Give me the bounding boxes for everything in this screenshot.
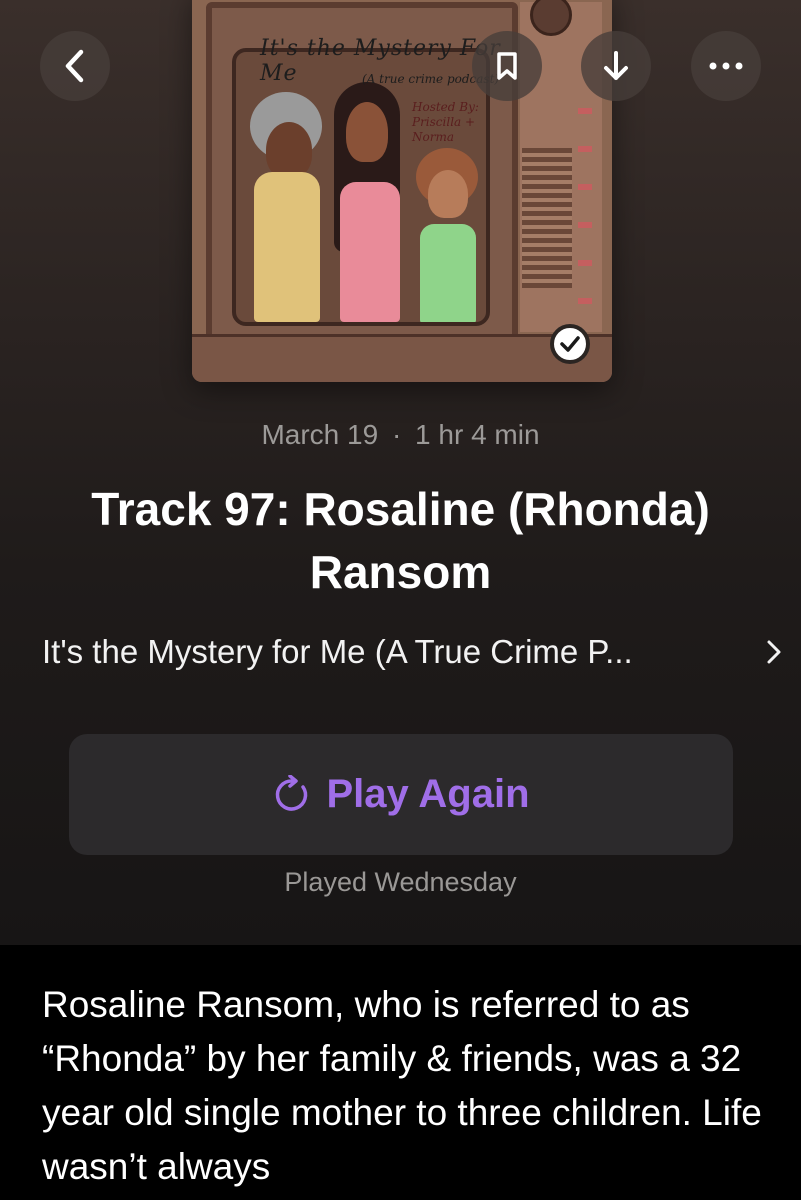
download-button[interactable] (581, 31, 651, 101)
artwork-hosts: Hosted By: Priscilla + Norma (412, 100, 479, 144)
episode-title: Track 97: Rosaline (Rhonda) Ransom (91, 483, 710, 598)
artwork-tv-base (192, 334, 612, 382)
show-link[interactable]: It's the Mystery for Me (A True Crime P.… (42, 630, 782, 674)
artwork-figure-body (340, 182, 400, 322)
artwork-scene (232, 48, 490, 326)
artwork-figure-body (254, 172, 320, 322)
download-arrow-icon (604, 51, 628, 80)
played-status: Played Wednesday (284, 867, 517, 897)
meta-separator: · (391, 419, 402, 450)
artwork-figure-body (420, 224, 476, 322)
episode-duration: 1 hr 4 min (415, 419, 540, 450)
show-name: It's the Mystery for Me (A True Crime P.… (42, 633, 633, 670)
artwork-figure-face (346, 102, 388, 162)
artwork-tv-screen: It's the Mystery For Me (A true crime po… (206, 2, 518, 344)
episode-description: Rosaline Ransom, who is referred to as “… (42, 984, 762, 1187)
played-check-badge (550, 324, 590, 364)
play-again-label: Play Again (326, 772, 530, 816)
ellipsis-icon (709, 62, 743, 70)
back-button[interactable] (40, 31, 110, 101)
chevron-right-icon (767, 640, 781, 664)
more-options-button[interactable] (691, 31, 761, 101)
artwork-figure-face (266, 122, 312, 178)
artwork-tv-grille (522, 148, 572, 288)
episode-meta: March 19 · 1 hr 4 min (0, 419, 801, 451)
replay-icon (276, 774, 308, 811)
bookmark-icon (497, 52, 517, 80)
play-again-button[interactable]: Play Again (69, 734, 733, 855)
bookmark-button[interactable] (472, 31, 542, 101)
episode-date: March 19 (261, 419, 379, 450)
chevron-left-icon (65, 49, 84, 83)
checkmark-icon (560, 336, 580, 352)
podcast-artwork: It's the Mystery For Me (A true crime po… (192, 0, 612, 382)
artwork-tv-sliders (578, 108, 592, 308)
artwork-figure-face (428, 170, 468, 218)
